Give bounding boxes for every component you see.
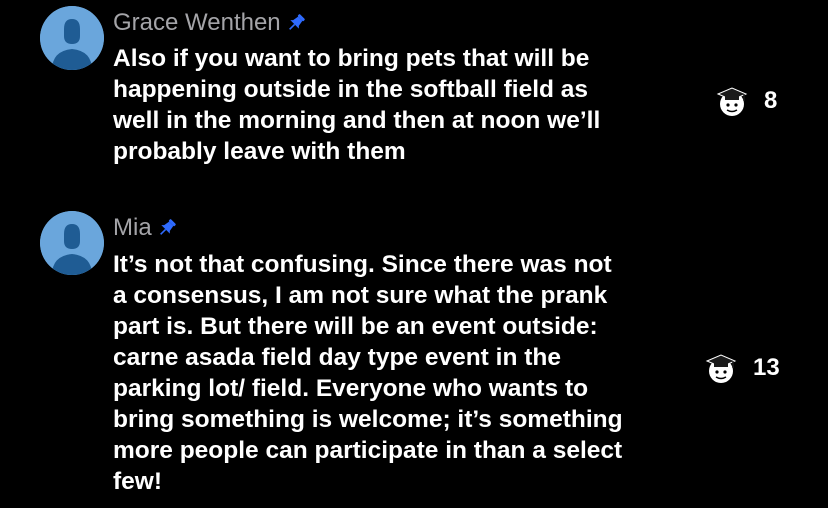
author-name[interactable]: Grace Wenthen [113,9,281,37]
vote-button[interactable]: 13 [703,350,780,386]
comment-line: part is. But there will be an event outs… [113,313,598,340]
comment-line: well in the morning and then at noon we’… [113,107,601,134]
comment-line: It’s not that confusing. Since there was… [113,251,612,278]
comment-line: carne asada field day type event in the [113,344,561,371]
avatar[interactable] [40,211,104,275]
comment-line: bring something is welcome; it’s somethi… [113,406,623,433]
vote-count: 8 [764,87,778,114]
comment-body: Also if you want to bring pets that will… [113,43,600,167]
comment-line: probably leave with them [113,138,406,165]
author-name[interactable]: Mia [113,214,152,242]
vote-count: 13 [753,354,780,381]
avatar[interactable] [40,6,104,70]
person-icon [40,211,104,275]
vote-button[interactable]: 8 [714,83,777,119]
comment-line: parking lot/ field. Everyone who wants t… [113,375,589,402]
comment-line: Also if you want to bring pets that will… [113,45,590,72]
comment-line: more people can participate in than a se… [113,437,623,464]
comment-line: a consensus, I am not sure what the pran… [113,282,608,309]
comment-item: Mia It’s not that confusing. Since there… [0,200,828,508]
comment-line: happening outside in the softball field … [113,76,589,103]
graduate-face-icon [714,83,750,119]
person-icon [40,6,104,70]
comment-body: It’s not that confusing. Since there was… [113,249,623,497]
pin-icon [156,217,178,239]
comment-line: few! [113,468,162,495]
graduate-face-icon [703,350,739,386]
pin-icon [285,12,307,34]
comment-item: Grace Wenthen Also if you want to bring … [0,0,828,200]
